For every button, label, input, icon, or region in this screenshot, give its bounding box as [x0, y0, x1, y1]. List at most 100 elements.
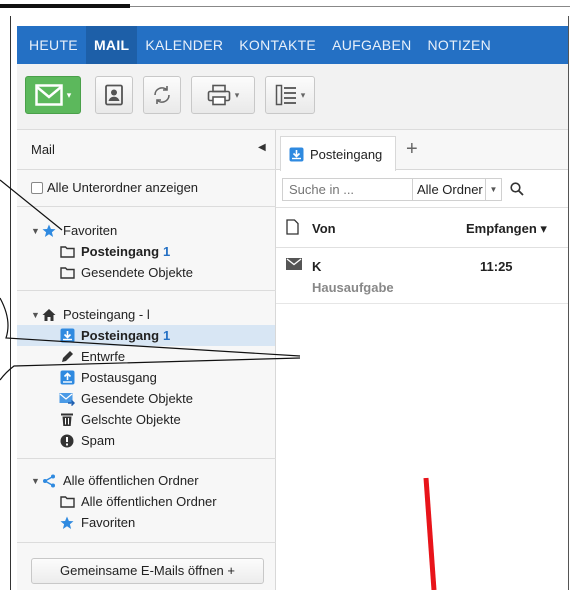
print-button[interactable]: ▾ — [191, 76, 255, 114]
deleted-item[interactable]: Gelschte Objekte — [17, 409, 275, 430]
all-public-folders-label: Alle öffentlichen Ordner — [81, 494, 217, 509]
nav-heute[interactable]: HEUTE — [21, 26, 86, 64]
print-caret-icon: ▾ — [234, 89, 240, 100]
address-book-button[interactable] — [95, 76, 133, 114]
all-public-folders-item[interactable]: Alle öffentlichen Ordner — [17, 491, 275, 512]
show-subfolders-label[interactable]: Alle Unterordner anzeigen — [47, 180, 198, 195]
expand-arrow-icon[interactable]: ▼ — [31, 476, 41, 486]
expand-arrow-icon[interactable]: ▼ — [31, 226, 41, 236]
add-tab-icon[interactable]: + — [406, 138, 418, 161]
mail-list-panel: Posteingang + Alle Ordner ▼ Von Empfange… — [276, 130, 568, 590]
favorites-inbox-label: Posteingang — [81, 244, 160, 259]
folder-icon — [59, 494, 75, 510]
layout-icon — [275, 84, 296, 106]
collapse-sidebar-icon[interactable]: ◀ — [258, 142, 266, 153]
drafts-label: Entwrfe — [81, 349, 126, 364]
nav-kalender[interactable]: KALENDER — [137, 26, 231, 64]
mailbox-inbox-item[interactable]: Posteingang 1 — [17, 325, 275, 346]
outbox-item[interactable]: Postausgang — [17, 367, 275, 388]
expand-arrow-icon[interactable]: ▼ — [31, 310, 41, 320]
tab-posteingang[interactable]: Posteingang — [280, 136, 396, 171]
print-icon — [207, 84, 231, 106]
public-favorites-label: Favoriten — [81, 515, 136, 530]
inbox-icon — [59, 328, 75, 344]
mailbox-label: Posteingang - l — [63, 307, 150, 322]
folder-icon — [59, 265, 75, 281]
public-folders-node[interactable]: ▼ Alle öffentlichen Ordner — [17, 470, 275, 491]
layout-button[interactable]: ▾ — [265, 76, 315, 114]
search-input[interactable] — [282, 178, 412, 201]
deleted-label: Gelschte Objekte — [81, 412, 181, 427]
star-icon — [59, 515, 75, 531]
nav-kontakte[interactable]: KONTAKTE — [231, 26, 324, 64]
inbox-icon — [289, 147, 304, 162]
window-top-edge — [0, 0, 570, 16]
app-nav: HEUTE MAIL KALENDER KONTAKTE AUFGABEN NO… — [17, 26, 568, 64]
left-frame-line — [10, 16, 11, 590]
window-top-thick-line — [0, 4, 130, 8]
mail-list-header: Von Empfangen ▾ — [276, 208, 568, 248]
spam-label: Spam — [81, 433, 115, 448]
trash-icon — [59, 412, 75, 428]
mail-app: HEUTE MAIL KALENDER KONTAKTE AUFGABEN NO… — [17, 16, 568, 590]
public-favorites-item[interactable]: Favoriten — [17, 512, 275, 533]
from-column-header[interactable]: Von — [312, 221, 336, 236]
mail-subject: Hausaufgabe — [312, 280, 394, 295]
outbox-icon — [59, 370, 75, 386]
open-shared-mails-button[interactable]: Gemeinsame E-Mails öffnen + — [31, 558, 264, 584]
favorites-label: Favoriten — [63, 223, 118, 238]
favorites-sent-item[interactable]: Gesendete Objekte — [17, 262, 275, 283]
new-mail-icon — [34, 84, 63, 106]
sidebar-title: Mail — [31, 142, 55, 157]
sidebar-header: Mail ◀ — [17, 130, 276, 170]
share-icon — [41, 473, 57, 489]
outbox-label: Postausgang — [81, 370, 157, 385]
mailbox-node[interactable]: ▼ Posteingang - l — [17, 304, 275, 325]
spam-icon — [59, 433, 75, 449]
spam-item[interactable]: Spam — [17, 430, 275, 451]
folder-icon — [59, 244, 75, 260]
public-folders-label: Alle öffentlichen Ordner — [63, 473, 199, 488]
refresh-icon — [154, 86, 170, 104]
favorites-inbox-item[interactable]: Posteingang 1 — [17, 241, 275, 262]
favorites-node[interactable]: ▼ Favoriten — [17, 220, 275, 241]
home-icon — [41, 307, 57, 323]
chevron-down-icon[interactable]: ▼ — [485, 179, 501, 200]
document-icon[interactable] — [286, 219, 299, 238]
envelope-icon — [286, 258, 302, 273]
star-icon — [41, 223, 57, 239]
search-icon[interactable] — [510, 182, 524, 199]
show-subfolders-row: Alle Unterordner anzeigen — [17, 170, 276, 207]
nav-notizen[interactable]: NOTIZEN — [420, 26, 500, 64]
sidebar-divider — [17, 458, 276, 459]
sidebar-divider — [17, 542, 276, 543]
window-top-thin-line — [130, 6, 570, 7]
mail-sender: K — [312, 259, 322, 274]
new-mail-button[interactable]: ▾ — [25, 76, 81, 114]
new-mail-caret-icon: ▾ — [66, 89, 72, 100]
nav-mail[interactable]: MAIL — [85, 26, 138, 64]
sort-received-header[interactable]: Empfangen ▾ — [466, 221, 547, 237]
pencil-icon — [59, 349, 75, 365]
sidebar-divider — [17, 290, 276, 291]
mailbox-inbox-count: 1 — [163, 328, 171, 343]
toolbar: ▾ ▾ ▾ — [17, 64, 568, 130]
layout-caret-icon: ▾ — [300, 89, 306, 100]
contacts-icon — [105, 84, 123, 106]
mail-time: 11:25 — [480, 259, 513, 274]
sent-mail-icon — [59, 391, 75, 407]
show-subfolders-checkbox[interactable] — [31, 182, 43, 194]
sent-item[interactable]: Gesendete Objekte — [17, 388, 275, 409]
favorites-sent-label: Gesendete Objekte — [81, 265, 194, 280]
search-row: Alle Ordner ▼ — [276, 170, 568, 208]
folder-scope-select[interactable]: Alle Ordner ▼ — [412, 178, 502, 201]
mail-list-item[interactable]: K 11:25 Hausaufgabe — [276, 248, 568, 304]
right-frame-line — [568, 16, 569, 590]
folder-sidebar: Mail ◀ Alle Unterordner anzeigen ▼ Favor… — [17, 130, 276, 590]
folder-scope-value: Alle Ordner — [417, 182, 483, 197]
nav-aufgaben[interactable]: AUFGABEN — [324, 26, 419, 64]
drafts-item[interactable]: Entwrfe — [17, 346, 275, 367]
tab-label: Posteingang — [310, 146, 383, 162]
favorites-inbox-count: 1 — [163, 244, 171, 259]
refresh-button[interactable] — [143, 76, 181, 114]
